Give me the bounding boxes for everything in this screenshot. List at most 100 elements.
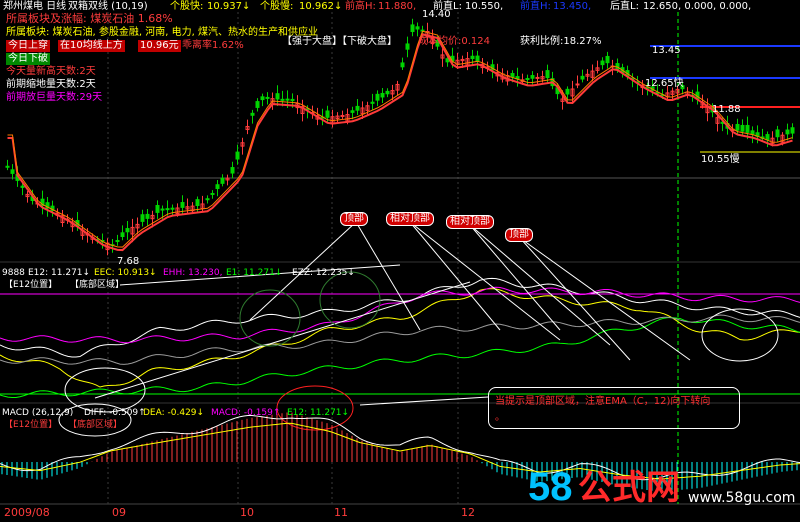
axis-label-10: 10	[240, 506, 254, 519]
candle-body	[140, 214, 145, 222]
annotation-pointer-2	[409, 221, 501, 331]
indicator-code: 9888	[2, 268, 25, 278]
candle-body	[510, 73, 515, 78]
candle-body	[525, 78, 530, 81]
macd-position: 【E12位置】	[4, 420, 58, 430]
annotation-pointer-7	[519, 237, 691, 361]
candle-body	[290, 98, 295, 102]
macd-e12: E12: 11.271↓	[287, 408, 350, 418]
candle-body	[170, 207, 175, 210]
candle-body	[600, 60, 605, 66]
candle-body	[250, 112, 255, 116]
macd-diff: DIFF: -0.509↑	[84, 408, 146, 418]
candle-body	[350, 110, 355, 113]
candle-body	[410, 24, 415, 33]
sector-gain: 所属板块及涨幅: 煤炭石油 1.68%	[6, 12, 173, 25]
axis-label-12: 12	[461, 506, 475, 519]
annotation-pointer-3	[409, 221, 561, 341]
peak-price-label: 14.40	[422, 9, 451, 20]
prev-high-label: 前高H:	[345, 1, 376, 12]
candle-body	[735, 123, 740, 131]
current-zone-circle	[701, 308, 779, 362]
back-low-value: 12.650, 0.000, 0.000,	[643, 1, 752, 12]
candle-body	[605, 55, 610, 64]
front-high-value: 13.450,	[553, 1, 592, 12]
candle-body	[415, 26, 420, 30]
candle-body	[475, 55, 480, 62]
prev-low-value: 10.550,	[465, 1, 504, 12]
candle-body	[790, 127, 795, 134]
candle-body	[285, 98, 290, 101]
level-11-88: 11.88	[712, 104, 741, 115]
macd-zone: 【底部区域】	[68, 420, 123, 430]
candle-body	[160, 208, 165, 211]
sector-list: 所属板块: 煤炭石油, 参股金融, 河南, 电力, 煤汽、热水的生产和供应业	[6, 27, 318, 38]
candle-body	[20, 185, 25, 188]
indicator-ezz: EZZ: 12.235↓	[292, 268, 355, 278]
candle-body	[380, 92, 385, 98]
candle-body	[180, 202, 185, 208]
profit-ratio: 获利比例:18.27%	[520, 36, 602, 47]
indicator-position: 【E12位置】	[4, 280, 58, 290]
axis-label-2009-08: 2009/08	[4, 506, 50, 519]
tip-pointer-line	[359, 396, 489, 406]
candle-body	[765, 134, 770, 141]
shrink-volume-days: 前期缩地量天数:2天	[6, 79, 96, 90]
candle-body	[575, 83, 580, 86]
tip-box: 当提示是顶部区域，注意EMA（C，12)向下转向 。	[488, 387, 740, 429]
tip-text-end: 。	[495, 412, 505, 423]
candle-body	[400, 62, 405, 68]
candle-body	[230, 167, 235, 174]
candle-body	[210, 192, 215, 195]
fast-value: 10.937↓	[207, 1, 251, 12]
candle-body	[405, 43, 410, 50]
level-13-45: 13.45	[652, 45, 681, 56]
candle-body	[195, 199, 200, 207]
candle-body	[355, 105, 360, 111]
front-high-label: 前直H:	[520, 1, 551, 12]
above-ma-text: 在10均线上方	[58, 40, 125, 52]
back-low-label: 后直L:	[610, 1, 639, 12]
macd-title: MACD (26,12,9)	[2, 408, 74, 418]
axis-label-11: 11	[334, 506, 348, 519]
candle-body	[750, 130, 755, 135]
above-ma-value: 10.96元	[138, 40, 181, 52]
cost-average: 成本均价:0.124	[418, 36, 490, 47]
candle-body	[255, 101, 260, 108]
candle-body	[280, 98, 285, 101]
candle-body	[545, 70, 550, 79]
candle-body	[785, 129, 790, 135]
candle-body	[215, 184, 220, 190]
indicator-ehh: EHH: 13.230,	[163, 268, 223, 278]
candle-body	[5, 165, 10, 168]
prev-high-value: 11.880,	[378, 1, 417, 12]
level-10-55: 10.55慢	[701, 154, 740, 165]
candle-body	[235, 151, 240, 160]
candle-body	[740, 124, 745, 132]
deviation-rate: 乖离率1.62%	[182, 40, 244, 51]
top-marker-3: 相对顶部	[446, 215, 494, 229]
candle-body	[580, 75, 585, 80]
candle-body	[145, 213, 150, 219]
candle-body	[205, 198, 210, 201]
candle-body	[375, 93, 380, 101]
candle-body	[220, 177, 225, 184]
badge-down-break: 今日下破	[6, 53, 50, 65]
candle-body	[745, 124, 750, 133]
candle-body	[120, 232, 125, 238]
indicator-e12: E12: 11.271↓	[28, 268, 91, 278]
candle-body	[275, 93, 280, 100]
watermark-text: 公式网	[578, 468, 680, 508]
big-volume-days: 前期放巨量天数:29天	[6, 92, 103, 103]
candle-body	[260, 96, 265, 101]
candle-body	[370, 101, 375, 104]
strength-signal: 【强于大盘】【下破大盘】	[282, 36, 397, 47]
candle-body	[125, 228, 130, 233]
top-marker-1: 顶部	[340, 212, 368, 226]
candle-body	[565, 88, 570, 95]
macd-dea: DEA: -0.429↓	[143, 408, 205, 418]
candle-body	[775, 129, 780, 138]
candle-body	[10, 169, 15, 174]
candle-body	[340, 114, 345, 117]
tip-text: 当提示是顶部区域，注意EMA（C，12)向下转向	[495, 396, 711, 407]
